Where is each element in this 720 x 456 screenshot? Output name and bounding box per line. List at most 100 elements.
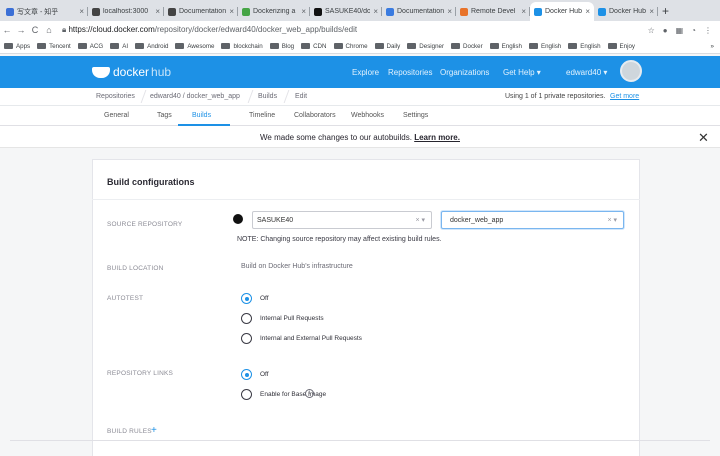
bookmark-label: Awesome xyxy=(187,42,215,50)
browser-tab[interactable]: SASUKE40/do × xyxy=(310,2,382,21)
crumb-separator xyxy=(140,90,147,103)
folder-icon xyxy=(568,43,578,49)
source-org-value: SASUKE40 xyxy=(257,217,294,224)
qr-icon[interactable]: ▦ xyxy=(676,26,684,35)
nav-repositories[interactable]: Repositories xyxy=(388,68,432,77)
tab-timeline[interactable]: Timeline xyxy=(249,112,275,119)
source-repo-value: docker_web_app xyxy=(450,217,504,224)
tab-webhooks[interactable]: Webhooks xyxy=(351,112,384,119)
bookmark-item[interactable]: Apps xyxy=(4,43,30,50)
back-icon[interactable]: ← xyxy=(0,25,14,35)
home-icon[interactable]: ⌂ xyxy=(42,25,56,35)
clear-repo-icon[interactable]: × ▾ xyxy=(607,216,617,224)
close-tab-icon[interactable]: × xyxy=(373,7,378,16)
bookmark-item[interactable]: Chrome xyxy=(333,43,368,50)
tab-general[interactable]: General xyxy=(104,112,129,119)
tab-settings[interactable]: Settings xyxy=(403,112,428,119)
crumb-repo[interactable]: edward40 / docker_web_app xyxy=(150,93,240,100)
autotest_options-radio[interactable] xyxy=(241,313,252,324)
browser-tab[interactable]: Dockerizing a × xyxy=(238,2,310,21)
bookmark-item[interactable]: CDN xyxy=(301,43,327,50)
whale-icon xyxy=(92,66,110,78)
dockerhub-logo[interactable]: docker hub xyxy=(92,65,171,79)
bookmark-item[interactable]: AI xyxy=(110,43,128,50)
tab-builds[interactable]: Builds xyxy=(192,112,211,119)
browser-tab[interactable]: Remote Devel × xyxy=(456,2,530,21)
bookmark-label: Daily xyxy=(386,42,401,50)
close-tab-icon[interactable]: × xyxy=(301,7,306,16)
close-tab-icon[interactable]: × xyxy=(155,7,160,16)
close-tab-icon[interactable]: × xyxy=(585,7,590,16)
bookmarks-overflow[interactable]: » xyxy=(711,43,714,50)
source-org-select[interactable]: SASUKE40 × ▾ xyxy=(252,211,432,229)
bookmark-item[interactable]: Docker xyxy=(451,43,483,50)
globe-icon xyxy=(168,7,176,16)
logo-sub: hub xyxy=(151,65,172,79)
profile-icon[interactable]: ◔ xyxy=(691,26,696,35)
url-path: /repository/docker/edward40/docker_web_a… xyxy=(154,25,358,34)
bookmark-item[interactable]: Blog xyxy=(269,42,295,50)
browser-tab[interactable]: Documentation × xyxy=(164,2,238,21)
browser-tab[interactable]: Docker Hub × xyxy=(530,2,594,21)
source-repo-select[interactable]: docker_web_app × ▾ xyxy=(441,211,624,229)
bookmark-label: AI xyxy=(122,42,129,50)
add-rule-icon[interactable]: + xyxy=(151,425,157,436)
bookmark-item[interactable]: English xyxy=(489,43,522,50)
close-tab-icon[interactable]: × xyxy=(229,7,234,16)
bookmark-label: Tencent xyxy=(49,42,71,50)
tab-collaborators[interactable]: Collaborators xyxy=(294,112,336,119)
autotest_options-radio[interactable] xyxy=(241,293,252,304)
links_options-radio[interactable] xyxy=(241,369,252,380)
browser-tab[interactable]: localhost:3000 × xyxy=(88,2,164,21)
links_options-radio[interactable] xyxy=(241,389,252,400)
get-more-link[interactable]: Get more xyxy=(610,93,639,100)
clear-org-icon[interactable]: × ▾ xyxy=(415,216,425,224)
close-tab-icon[interactable]: × xyxy=(447,7,452,16)
browser-tab-title: 写文章 - 知乎 xyxy=(17,8,59,16)
learn-more-link[interactable]: Learn more. xyxy=(414,133,460,142)
bookmark-label: Blog xyxy=(281,42,295,50)
new-tab-button[interactable]: + xyxy=(662,2,669,21)
extension-icon[interactable]: ● xyxy=(663,26,668,35)
bookmark-item[interactable]: Designer xyxy=(407,43,444,50)
star-icon[interactable]: ☆ xyxy=(648,26,655,35)
autotest_options-radio[interactable] xyxy=(241,333,252,344)
close-tab-icon[interactable]: × xyxy=(521,7,526,16)
nav-organizations[interactable]: Organizations xyxy=(440,68,489,77)
bookmark-item[interactable]: English xyxy=(528,43,561,50)
bookmark-item[interactable]: Enjoy xyxy=(607,43,635,50)
forward-icon[interactable]: → xyxy=(14,25,28,35)
info-icon[interactable]: i xyxy=(305,389,314,398)
browser-tab[interactable]: Docker Hub × xyxy=(594,2,658,21)
nav-explore[interactable]: Explore xyxy=(352,68,379,77)
bookmark-item[interactable]: ACG xyxy=(77,43,103,50)
close-icon[interactable]: ✕ xyxy=(698,130,709,146)
bookmark-item[interactable]: Android xyxy=(135,43,168,50)
browser-tab[interactable]: Documentation × xyxy=(382,2,456,21)
build-rules-label: BUILD RULES xyxy=(107,428,152,435)
nav-user-menu[interactable]: edward40 ▾ xyxy=(566,68,607,77)
reload-icon[interactable]: C xyxy=(28,25,42,35)
bookmark-item[interactable]: Tencent xyxy=(37,43,71,50)
bookmark-item[interactable]: blockchain xyxy=(221,43,263,50)
bookmark-item[interactable]: Daily xyxy=(374,42,401,50)
folder-icon xyxy=(269,43,279,49)
menu-icon[interactable]: ⋮ xyxy=(704,26,712,35)
crumb-repositories[interactable]: Repositories xyxy=(96,93,135,100)
browser-tab[interactable]: 写文章 - 知乎 × xyxy=(2,2,88,21)
bookmark-item[interactable]: Awesome xyxy=(175,43,214,50)
url-field[interactable]: 🔒︎ https://cloud.docker.com/repository/d… xyxy=(62,25,648,35)
close-tab-icon[interactable]: × xyxy=(649,7,654,16)
tab-tags[interactable]: Tags xyxy=(157,112,172,119)
breadcrumb: Repositories edward40 / docker_web_app B… xyxy=(0,88,720,106)
github-icon xyxy=(233,214,243,224)
avatar[interactable] xyxy=(620,60,642,82)
source-note: NOTE: Changing source repository may aff… xyxy=(237,236,442,243)
bookmark-item[interactable]: English xyxy=(568,43,601,50)
folder-icon xyxy=(528,43,538,49)
crumb-builds[interactable]: Builds xyxy=(258,93,277,100)
nav-get-help[interactable]: Get Help ▾ xyxy=(503,68,541,77)
browser-tab-title: Documentation xyxy=(397,8,445,15)
banner-text: We made some changes to our autobuilds. xyxy=(260,133,412,142)
close-tab-icon[interactable]: × xyxy=(79,7,84,16)
